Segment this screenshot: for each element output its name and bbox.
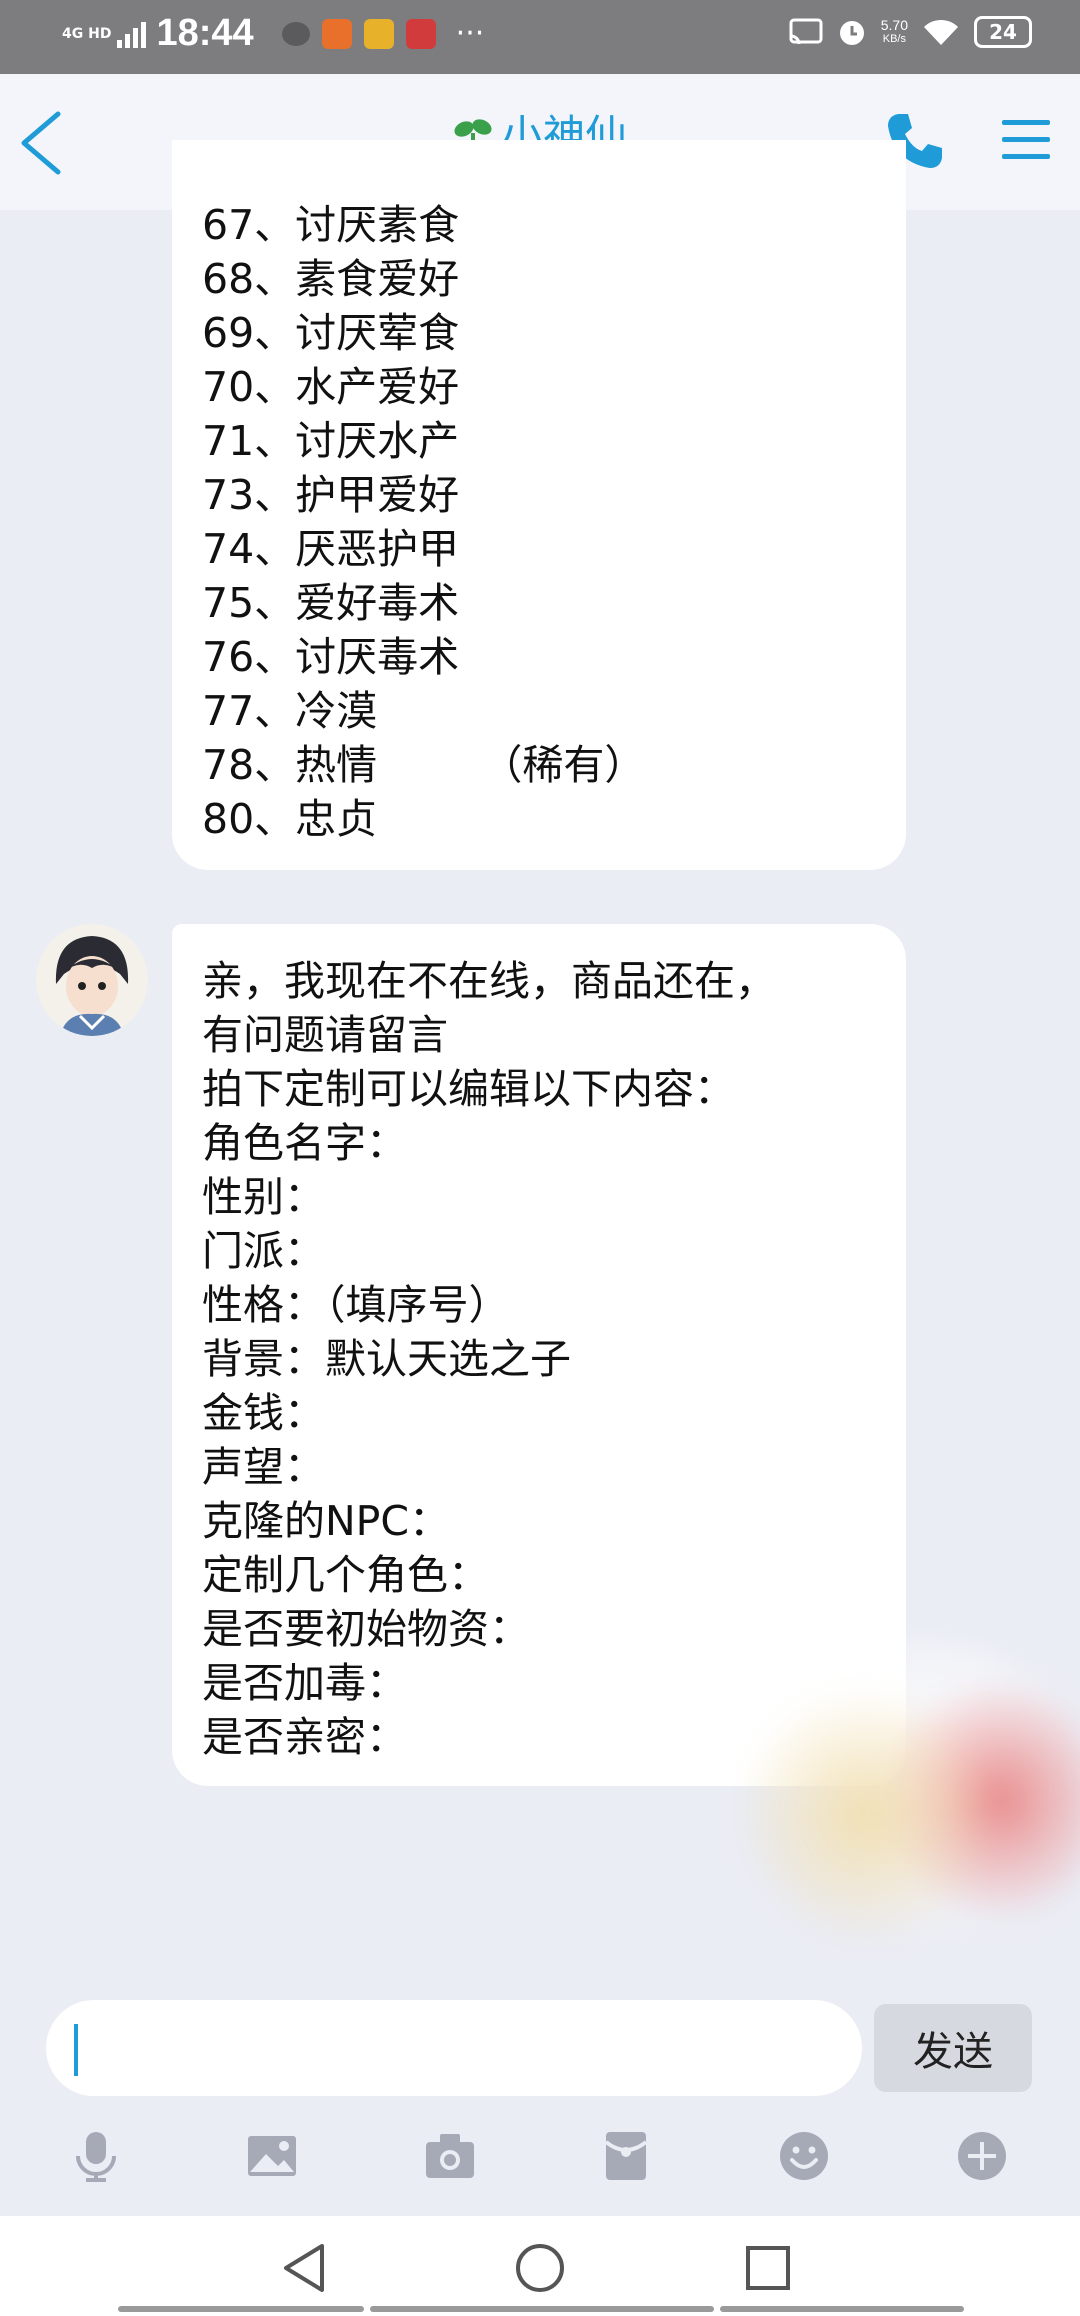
nav-home-icon[interactable] bbox=[510, 2238, 570, 2298]
message-line: 克隆的NPC： bbox=[202, 1497, 451, 1545]
message-line: 74、厌恶护甲 bbox=[202, 525, 460, 573]
microphone-icon[interactable] bbox=[68, 2128, 124, 2184]
avatar-portrait-icon bbox=[36, 924, 148, 1036]
message-line: 67、讨厌素食 bbox=[202, 201, 460, 249]
message-line: 78、热情 （稀有） bbox=[202, 741, 646, 789]
wechat-icon bbox=[281, 21, 310, 46]
message-line: 性别： bbox=[202, 1173, 325, 1221]
message-line: 69、讨厌荤食 bbox=[202, 309, 460, 357]
network-type: 4G HD bbox=[62, 25, 112, 42]
message-line: 角色名字： bbox=[202, 1119, 407, 1167]
red-app-icon bbox=[405, 18, 436, 49]
game-app-icon bbox=[363, 18, 394, 49]
gesture-indicator bbox=[370, 2306, 714, 2312]
emoji-icon[interactable] bbox=[776, 2128, 832, 2184]
plus-icon[interactable] bbox=[954, 2128, 1010, 2184]
clock: 18:44 bbox=[156, 12, 254, 54]
wifi-icon bbox=[924, 19, 958, 45]
gesture-indicator bbox=[720, 2306, 964, 2312]
message-line: 有问题请留言 bbox=[202, 1011, 448, 1059]
message-line: 77、冷漠 bbox=[202, 687, 378, 735]
nav-recents-icon[interactable] bbox=[738, 2238, 798, 2298]
text-caret bbox=[74, 2024, 78, 2076]
alarm-icon bbox=[839, 21, 864, 45]
message-line: 70、水产爱好 bbox=[202, 363, 460, 411]
network-speed: 5.70 KB/s bbox=[881, 18, 908, 46]
signal-icon bbox=[117, 20, 147, 48]
video-app-icon bbox=[321, 18, 352, 49]
more-notifications-icon: ··· bbox=[455, 16, 485, 51]
message-line: 68、素食爱好 bbox=[202, 255, 460, 303]
message-line: 拍下定制可以编辑以下内容： bbox=[202, 1065, 735, 1113]
message-line: 是否要初始物资： bbox=[202, 1605, 530, 1653]
avatar[interactable] bbox=[36, 924, 148, 1036]
speed-unit: KB/s bbox=[882, 33, 906, 45]
message-line: 背景：默认天选之子 bbox=[202, 1335, 571, 1383]
message-line: 性格：（填序号） bbox=[202, 1281, 510, 1329]
message-line: 定制几个角色： bbox=[202, 1551, 489, 1599]
message-line: 76、讨厌毒术 bbox=[202, 633, 460, 681]
red-packet-icon[interactable] bbox=[598, 2128, 654, 2184]
message-line: 75、爱好毒术 bbox=[202, 579, 460, 627]
message-line: 金钱： bbox=[202, 1389, 325, 1437]
blurred-emoji-overlay bbox=[740, 1640, 1080, 1960]
nav-back-icon[interactable] bbox=[276, 2238, 336, 2298]
message-input[interactable] bbox=[46, 2000, 862, 2096]
message-line: 73、护甲爱好 bbox=[202, 471, 460, 519]
camera-icon[interactable] bbox=[422, 2128, 478, 2184]
cast-icon bbox=[789, 18, 823, 45]
menu-button[interactable] bbox=[1000, 116, 1052, 164]
battery-indicator: 24 bbox=[974, 16, 1032, 48]
message-line: 声望： bbox=[202, 1443, 325, 1491]
image-icon[interactable] bbox=[244, 2128, 300, 2184]
status-bar: 4G HD 18:44 ··· 5.70 KB/s 24 bbox=[0, 0, 1080, 74]
message-line: 门派： bbox=[202, 1227, 325, 1275]
message-line: 是否加毒： bbox=[202, 1659, 407, 1707]
message-bubble[interactable]: 67、讨厌素食 68、素食爱好 69、讨厌荤食 70、水产爱好 71、讨厌水产 … bbox=[172, 140, 906, 870]
composer: 发送 bbox=[0, 1990, 1080, 2100]
gesture-indicator bbox=[118, 2306, 364, 2312]
send-button[interactable]: 发送 bbox=[874, 2004, 1032, 2092]
system-nav-bar bbox=[0, 2216, 1080, 2316]
message-line: 亲，我现在不在线，商品还在， bbox=[202, 957, 776, 1005]
input-toolbar bbox=[0, 2120, 1080, 2200]
message-bubble[interactable]: 亲，我现在不在线，商品还在， 有问题请留言 拍下定制可以编辑以下内容： 角色名字… bbox=[172, 924, 906, 1786]
message-line: 71、讨厌水产 bbox=[202, 417, 460, 465]
message-line: 80、忠贞 bbox=[202, 795, 378, 843]
speed-value: 5.70 bbox=[880, 17, 908, 33]
